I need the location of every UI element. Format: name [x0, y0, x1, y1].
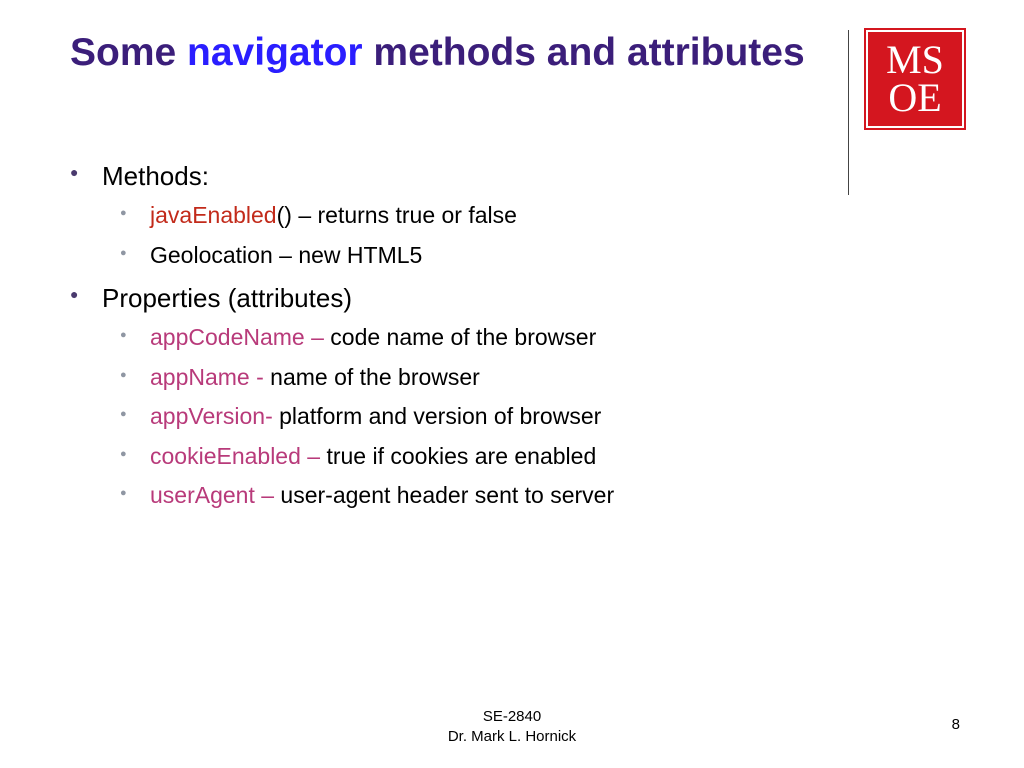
props-section: Properties (attributes) appCodeName – co…: [70, 278, 964, 515]
desc: Geolocation – new HTML5: [150, 242, 422, 268]
desc: platform and version of browser: [279, 403, 601, 429]
footer-course: SE-2840: [0, 707, 1024, 727]
list-item: userAgent – user-agent header sent to se…: [120, 478, 964, 514]
props-label: Properties (attributes): [102, 283, 352, 313]
desc: () – returns true or false: [277, 202, 517, 228]
title-part1: Some: [70, 31, 187, 74]
list-item: appVersion- platform and version of brow…: [120, 399, 964, 435]
page-number: 8: [952, 716, 960, 733]
content: Methods: javaEnabled() – returns true or…: [70, 156, 964, 514]
footer-author: Dr. Mark L. Hornick: [0, 727, 1024, 747]
msoe-logo: MS OE: [866, 30, 964, 128]
keyword: cookieEnabled –: [150, 443, 326, 469]
logo-line2: OE: [888, 79, 941, 117]
logo-line1: MS: [886, 41, 944, 79]
slide: Some navigator methods and attributes MS…: [0, 0, 1024, 768]
keyword: userAgent –: [150, 482, 280, 508]
title-part2: methods and attributes: [363, 31, 805, 74]
page-title: Some navigator methods and attributes: [70, 30, 848, 77]
top-list: Methods: javaEnabled() – returns true or…: [70, 156, 964, 514]
title-highlight: navigator: [187, 31, 363, 74]
keyword: appVersion-: [150, 403, 279, 429]
list-item: cookieEnabled – true if cookies are enab…: [120, 439, 964, 475]
desc: name of the browser: [270, 364, 480, 390]
list-item: appCodeName – code name of the browser: [120, 320, 964, 356]
desc: code name of the browser: [330, 324, 596, 350]
methods-list: javaEnabled() – returns true or false Ge…: [120, 198, 964, 273]
desc: user-agent header sent to server: [280, 482, 614, 508]
list-item: Geolocation – new HTML5: [120, 238, 964, 274]
list-item: appName - name of the browser: [120, 360, 964, 396]
footer: SE-2840 Dr. Mark L. Hornick: [0, 707, 1024, 746]
methods-section: Methods: javaEnabled() – returns true or…: [70, 156, 964, 274]
keyword: appCodeName –: [150, 324, 330, 350]
list-item: javaEnabled() – returns true or false: [120, 198, 964, 234]
keyword: javaEnabled: [150, 202, 277, 228]
keyword: appName -: [150, 364, 270, 390]
desc: true if cookies are enabled: [326, 443, 596, 469]
header-row: Some navigator methods and attributes MS…: [70, 30, 964, 128]
methods-label: Methods:: [102, 161, 209, 191]
logo-wrap: MS OE: [848, 30, 964, 128]
props-list: appCodeName – code name of the browser a…: [120, 320, 964, 514]
